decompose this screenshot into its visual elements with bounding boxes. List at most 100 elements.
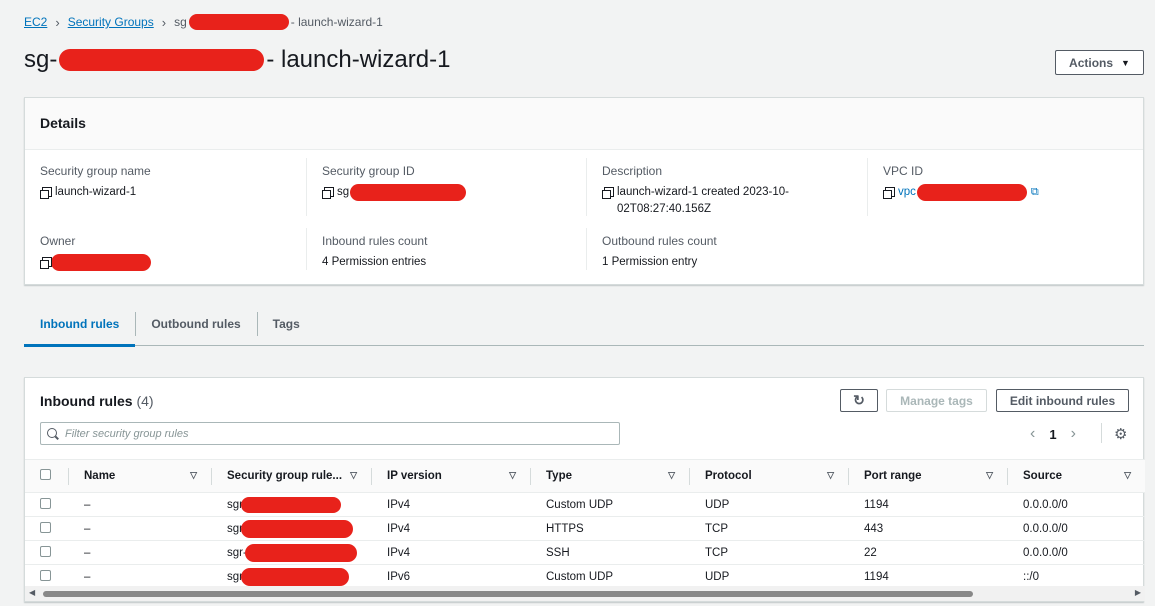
cell-protocol: TCP [689,516,848,541]
chevron-right-icon: › [55,14,60,30]
description-value: launch-wizard-1 created 2023-10-02T08:27… [617,186,789,215]
column-header-source[interactable]: Source ▽ [1007,459,1145,493]
tab-outbound-rules[interactable]: Outbound rules [135,306,256,345]
scroll-left-icon[interactable]: ◀ [29,588,35,597]
table-row[interactable]: – sgr IPv4 HTTPS TCP 443 0.0.0.0/0 [25,516,1145,541]
select-all-cell [25,459,68,493]
cell-rule-id: sgr- [211,540,371,565]
column-label: Port range [864,470,922,482]
inbound-rules-count: (4) [136,393,154,409]
cell-ip-version: IPv6 [371,564,530,589]
sort-caret-icon: ▽ [668,470,675,480]
copy-icon[interactable] [40,257,52,269]
column-header-ip-version[interactable]: IP version ▽ [371,459,530,493]
cell-port-range: 22 [848,540,1007,565]
row-checkbox[interactable] [40,545,51,557]
table-row[interactable]: – sgr- IPv4 SSH TCP 22 0.0.0.0/0 [25,540,1145,565]
breadcrumb-security-groups-link[interactable]: Security Groups [68,15,154,29]
select-all-checkbox[interactable] [40,469,51,480]
cell-rule-id: sgr [211,564,371,589]
redaction-mark [244,543,357,562]
row-select-cell [25,564,68,589]
scroll-right-icon[interactable]: ▶ [1135,588,1141,597]
description-field: Description launch-wizard-1 created 2023… [586,158,866,216]
cell-rule-id: sgr [211,492,371,517]
column-label: Source [1023,470,1062,482]
cell-port-range: 1194 [848,492,1007,517]
tab-inbound-rules[interactable]: Inbound rules [24,306,136,347]
cell-name: – [68,492,211,517]
page-title-suffix: - launch-wizard-1 [266,46,451,73]
column-header-type[interactable]: Type ▽ [530,459,689,493]
edit-inbound-rules-button[interactable]: Edit inbound rules [996,389,1129,412]
redaction-mark [240,567,349,586]
inbound-count-value: 4 Permission entries [322,256,427,268]
sg-name-value: launch-wizard-1 [55,186,137,198]
sg-name-label: Security group name [40,164,151,178]
column-label: Protocol [705,470,752,482]
redaction-mark [240,496,341,513]
row-checkbox[interactable] [40,569,51,581]
row-select-cell [25,492,68,517]
copy-icon[interactable] [602,187,614,199]
inbound-rules-heading: Inbound rules (4) [40,393,154,409]
refresh-button[interactable]: ↻ [840,389,878,412]
breadcrumb-current-prefix: sg [174,15,187,29]
redaction-mark [51,254,151,271]
column-label: Name [84,470,116,482]
row-checkbox[interactable] [40,521,51,533]
sg-id-label: Security group ID [322,164,415,178]
sort-caret-icon: ▽ [986,470,993,480]
row-checkbox[interactable] [40,497,51,509]
column-header-name[interactable]: Name ▽ [68,459,211,493]
copy-icon[interactable] [883,187,895,199]
gear-icon[interactable]: ⚙ [1114,425,1127,443]
chevron-left-icon[interactable]: ‹ [1030,425,1035,443]
sort-caret-icon: ▽ [1124,470,1131,480]
refresh-icon: ↻ [853,392,865,408]
cell-name: – [68,516,211,541]
column-header-port-range[interactable]: Port range ▽ [848,459,1007,493]
table-header-row: Name ▽ Security group rule... ▽ IP version… [25,459,1145,493]
cell-type: HTTPS [530,516,689,541]
scrollbar-thumb[interactable] [43,591,973,597]
external-link-icon[interactable]: ⧉ [1031,184,1039,201]
manage-tags-button[interactable]: Manage tags [886,389,987,412]
actions-button-label: Actions [1069,55,1114,70]
actions-button[interactable]: Actions ▼ [1055,50,1144,75]
cell-name: – [68,564,211,589]
copy-icon[interactable] [322,187,334,199]
cell-protocol: UDP [689,492,848,517]
divider [1101,423,1102,443]
copy-icon[interactable] [40,187,52,199]
current-page[interactable]: 1 [1049,427,1056,442]
cell-port-range: 1194 [848,564,1007,589]
cell-ip-version: IPv4 [371,540,530,565]
vpc-id-field: VPC ID vpc ⧉ [867,158,1143,216]
rule-id-prefix: sgr- [227,546,247,559]
sg-id-field: Security group ID sg [306,158,586,216]
breadcrumb-ec2-link[interactable]: EC2 [24,15,47,29]
redaction-mark [350,184,467,201]
chevron-right-icon[interactable]: › [1071,425,1076,443]
table-row[interactable]: – sgr IPv6 Custom UDP UDP 1194 ::/0 [25,564,1145,589]
table-row[interactable]: – sgr IPv4 Custom UDP UDP 1194 0.0.0.0/0 [25,492,1145,517]
sort-caret-icon: ▽ [509,470,516,480]
row-select-cell [25,516,68,541]
row-select-cell [25,540,68,565]
vpc-id-link[interactable]: vpc [898,184,916,201]
sg-id-prefix: sg [337,186,350,198]
column-header-rule-id[interactable]: Security group rule... ▽ [211,459,371,493]
tab-bar: Inbound rules Outbound rules Tags [24,306,1144,347]
inbound-rules-panel: Inbound rules (4) ↻ Manage tags Edit inb… [24,377,1145,602]
cell-source: 0.0.0.0/0 [1007,540,1145,565]
breadcrumb-current-suffix: - launch-wizard-1 [290,15,383,29]
filter-input[interactable] [65,427,605,440]
cell-name: – [68,540,211,565]
redaction-mark [916,184,1027,201]
sort-caret-icon: ▽ [350,470,357,480]
column-header-protocol[interactable]: Protocol ▽ [689,459,848,493]
breadcrumb: EC2 › Security Groups › sg - launch-wiza… [24,14,383,30]
horizontal-scrollbar[interactable]: ◀ ▶ [25,586,1145,601]
tab-tags[interactable]: Tags [256,306,316,345]
